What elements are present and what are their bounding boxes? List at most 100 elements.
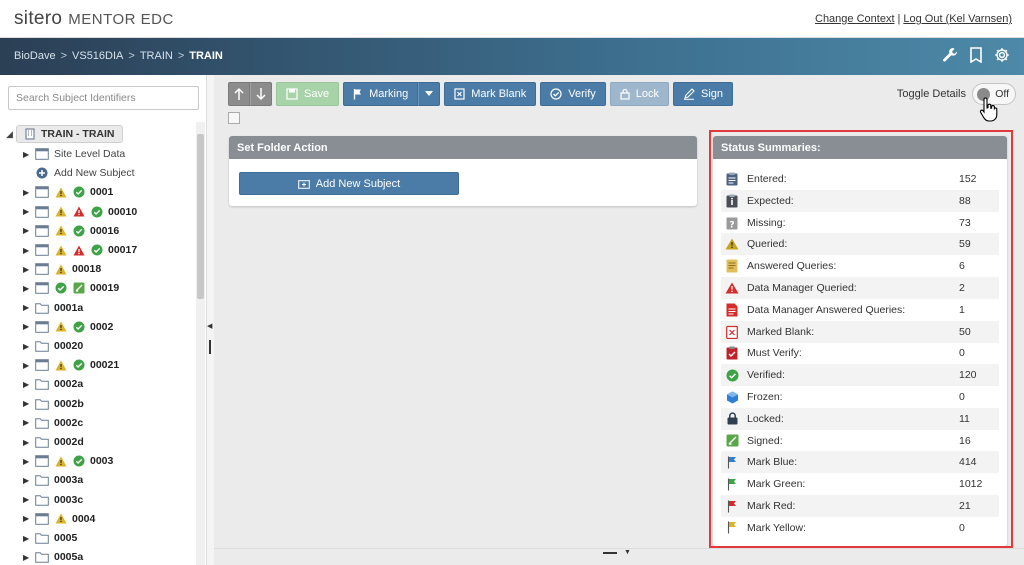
- tree-item[interactable]: ▶ 0003: [23, 453, 113, 469]
- expand-caret-icon[interactable]: ▶: [23, 534, 35, 543]
- expand-caret-icon[interactable]: ▶: [23, 150, 35, 159]
- expand-caret-icon[interactable]: ▶: [23, 476, 35, 485]
- tree-item[interactable]: ▶ 0003a: [23, 472, 83, 488]
- tree-item-label[interactable]: Site Level Data: [54, 148, 125, 160]
- gear-icon[interactable]: [994, 47, 1010, 63]
- tree-item[interactable]: ▶ 0002: [23, 319, 113, 335]
- collapse-down-icon[interactable]: ▼: [624, 549, 631, 556]
- status-count: 11: [959, 412, 970, 425]
- tree-root[interactable]: ◢ TRAIN - TRAIN: [6, 125, 123, 143]
- tree-item-label[interactable]: 00020: [54, 340, 83, 352]
- save-button[interactable]: Save: [276, 82, 340, 106]
- tree-item[interactable]: ▶ 0002b: [23, 396, 84, 412]
- tree-item-label[interactable]: 0005a: [54, 551, 83, 563]
- expand-caret-icon[interactable]: ▶: [23, 342, 35, 351]
- tree-item[interactable]: ▶ 0001: [23, 184, 113, 200]
- folder-icon: [35, 551, 49, 563]
- tree-item[interactable]: ▶ 00010: [23, 204, 137, 220]
- tree-item-label[interactable]: 00019: [90, 282, 119, 294]
- search-subject-input[interactable]: [8, 86, 199, 110]
- tree-item-label[interactable]: 0004: [72, 513, 95, 525]
- wrench-icon[interactable]: [942, 47, 958, 63]
- expand-caret-icon[interactable]: ▶: [23, 322, 35, 331]
- site-node[interactable]: TRAIN - TRAIN: [16, 125, 123, 143]
- tree-item-label[interactable]: 00017: [108, 244, 137, 256]
- tree-item[interactable]: ▶ 00017: [23, 242, 137, 258]
- tree-item-label[interactable]: 0003c: [54, 494, 83, 506]
- expand-caret-icon[interactable]: ▶: [23, 553, 35, 562]
- collapse-caret-icon[interactable]: ◢: [6, 129, 16, 140]
- change-context-link[interactable]: Change Context: [815, 13, 895, 25]
- tree-item[interactable]: ▶ 0002a: [23, 376, 83, 392]
- marking-dropdown-button[interactable]: [418, 82, 441, 106]
- expand-caret-icon[interactable]: ▶: [23, 246, 35, 255]
- tree-item-label[interactable]: 0002: [90, 321, 113, 333]
- tree-item-label[interactable]: 0003: [90, 455, 113, 467]
- expand-caret-icon[interactable]: ▶: [23, 303, 35, 312]
- move-down-button[interactable]: [250, 82, 272, 106]
- tree-item-label[interactable]: 00021: [90, 359, 119, 371]
- tree-item[interactable]: ▶ 00019: [23, 280, 119, 296]
- tree-item[interactable]: ▶ 0004: [23, 511, 95, 527]
- horizontal-splitter[interactable]: ▼: [214, 548, 1024, 565]
- tree-item-label[interactable]: Add New Subject: [54, 167, 135, 179]
- bookmark-icon[interactable]: [968, 47, 984, 64]
- tree-item[interactable]: ▶ 0005: [23, 530, 77, 546]
- tree-item[interactable]: ▶ 00016: [23, 223, 119, 239]
- tree-item-label[interactable]: 00018: [72, 263, 101, 275]
- expand-caret-icon[interactable]: ▶: [23, 380, 35, 389]
- tree-item[interactable]: ▶ 0002c: [23, 415, 83, 431]
- tree-item[interactable]: ▶ 00021: [23, 357, 119, 373]
- tree-item[interactable]: ▶ Site Level Data: [23, 146, 125, 162]
- tree-item[interactable]: ▶ 0002d: [23, 434, 84, 450]
- query-warning-icon: [54, 263, 67, 275]
- tree-item[interactable]: ▶ 0005a: [23, 549, 83, 565]
- mark-blank-button[interactable]: Mark Blank: [444, 82, 537, 106]
- sidebar-scrollbar[interactable]: [196, 122, 205, 565]
- expand-caret-icon[interactable]: ▶: [23, 418, 35, 427]
- tree-item-label[interactable]: 0002b: [54, 398, 84, 410]
- splitter-grip[interactable]: [603, 552, 617, 554]
- save-label: Save: [304, 88, 330, 100]
- sign-button[interactable]: Sign: [673, 82, 734, 106]
- move-up-button[interactable]: [228, 82, 250, 106]
- tree-item-label[interactable]: 0002a: [54, 378, 83, 390]
- expand-caret-icon[interactable]: ▶: [23, 361, 35, 370]
- vertical-splitter[interactable]: ◀: [207, 75, 214, 565]
- tree-item[interactable]: ▶ 0003c: [23, 492, 83, 508]
- tree-item[interactable]: Add New Subject: [23, 165, 135, 181]
- expand-caret-icon[interactable]: ▶: [23, 188, 35, 197]
- expand-caret-icon[interactable]: ▶: [23, 514, 35, 523]
- tree-item-label[interactable]: 00010: [108, 206, 137, 218]
- lock-button[interactable]: Lock: [609, 82, 669, 106]
- expand-caret-icon[interactable]: ▶: [23, 284, 35, 293]
- logout-link[interactable]: Log Out (Kel Varnsen): [903, 13, 1012, 25]
- status-name: Must Verify:: [747, 347, 802, 360]
- scrollbar-thumb[interactable]: [197, 134, 204, 299]
- tree-item[interactable]: ▶ 0001a: [23, 300, 83, 316]
- tree-item-label[interactable]: 0003a: [54, 474, 83, 486]
- expand-caret-icon[interactable]: ▶: [23, 226, 35, 235]
- tree-item-label[interactable]: 0001a: [54, 302, 83, 314]
- tree-item-label[interactable]: 0001: [90, 186, 113, 198]
- collapse-left-icon[interactable]: ◀: [207, 322, 212, 330]
- tree-item-label[interactable]: 00016: [90, 225, 119, 237]
- tree-item-label[interactable]: 0002c: [54, 417, 83, 429]
- marking-button[interactable]: Marking: [343, 82, 419, 106]
- expand-caret-icon[interactable]: ▶: [23, 399, 35, 408]
- breadcrumb-item[interactable]: BioDave: [14, 50, 56, 62]
- expand-caret-icon[interactable]: ▶: [23, 207, 35, 216]
- tree-item[interactable]: ▶ 00018: [23, 261, 101, 277]
- tree-item-label[interactable]: 0002d: [54, 436, 84, 448]
- splitter-grip[interactable]: [209, 340, 211, 354]
- add-new-subject-button[interactable]: Add New Subject: [239, 172, 459, 195]
- tree-item-label[interactable]: 0005: [54, 532, 77, 544]
- tree-item[interactable]: ▶ 00020: [23, 338, 83, 354]
- expand-caret-icon[interactable]: ▶: [23, 457, 35, 466]
- expand-caret-icon[interactable]: ▶: [23, 438, 35, 447]
- expand-caret-icon[interactable]: ▶: [23, 265, 35, 274]
- breadcrumb-item[interactable]: VS516DIA: [72, 50, 123, 62]
- verify-button[interactable]: Verify: [540, 82, 606, 106]
- breadcrumb-item[interactable]: TRAIN: [140, 50, 173, 62]
- expand-caret-icon[interactable]: ▶: [23, 495, 35, 504]
